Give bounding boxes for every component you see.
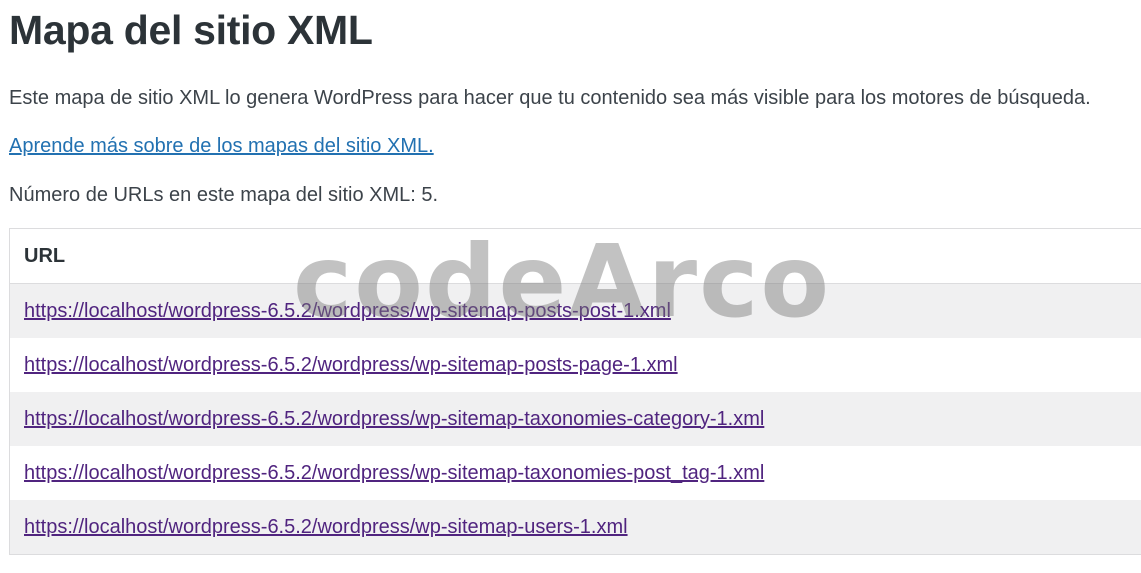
sitemap-url-link[interactable]: https://localhost/wordpress-6.5.2/wordpr… (24, 354, 678, 377)
table-header-url: URL (10, 229, 1141, 284)
table-row: https://localhost/wordpress-6.5.2/wordpr… (10, 284, 1141, 338)
learn-more-link[interactable]: Aprende más sobre de los mapas del sitio… (9, 133, 434, 159)
page-title: Mapa del sitio XML (9, 7, 373, 53)
sitemap-url-link[interactable]: https://localhost/wordpress-6.5.2/wordpr… (24, 408, 764, 431)
sitemap-description: Este mapa de sitio XML lo genera WordPre… (9, 87, 1091, 109)
table-row: https://localhost/wordpress-6.5.2/wordpr… (10, 500, 1141, 554)
table-row: https://localhost/wordpress-6.5.2/wordpr… (10, 338, 1141, 392)
table-row: https://localhost/wordpress-6.5.2/wordpr… (10, 392, 1141, 446)
table-row: https://localhost/wordpress-6.5.2/wordpr… (10, 446, 1141, 500)
sitemap-url-link[interactable]: https://localhost/wordpress-6.5.2/wordpr… (24, 516, 628, 539)
sitemap-table: URL https://localhost/wordpress-6.5.2/wo… (9, 228, 1141, 555)
sitemap-url-link[interactable]: https://localhost/wordpress-6.5.2/wordpr… (24, 300, 671, 323)
sitemap-url-link[interactable]: https://localhost/wordpress-6.5.2/wordpr… (24, 462, 764, 485)
url-count-text: Número de URLs en este mapa del sitio XM… (9, 184, 439, 206)
